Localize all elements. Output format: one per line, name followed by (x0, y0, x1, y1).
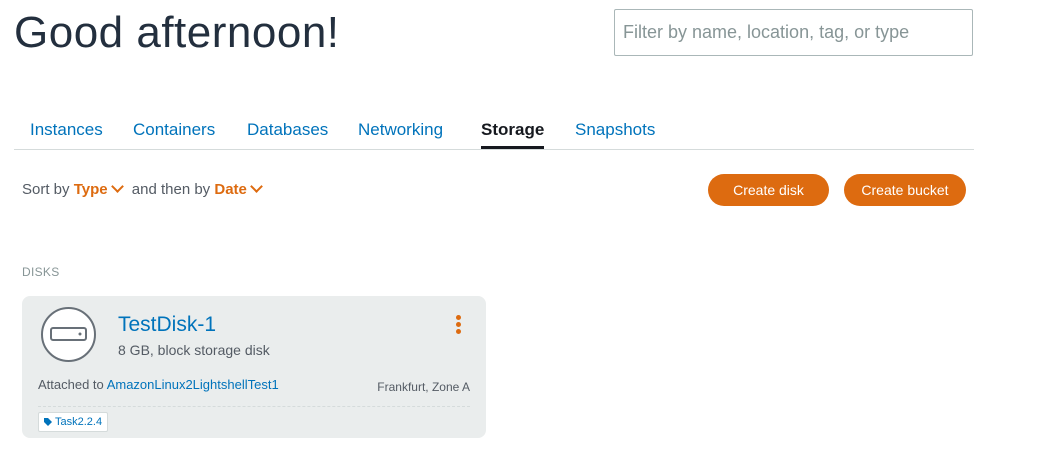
disk-description: 8 GB, block storage disk (118, 342, 270, 358)
disk-location: Frankfurt, Zone A (377, 380, 470, 394)
disk-name-link[interactable]: TestDisk-1 (118, 313, 216, 337)
chevron-down-icon (250, 180, 263, 193)
chevron-down-icon (110, 180, 124, 193)
disk-card: TestDisk-1 8 GB, block storage disk Atta… (22, 296, 486, 438)
sort-secondary-value: Date (214, 181, 247, 198)
sort-prefix: Sort by (22, 181, 70, 198)
disks-section-label: DISKS (22, 265, 60, 279)
sort-secondary-dropdown[interactable]: Date (214, 180, 267, 198)
block-storage-disk-icon (41, 307, 96, 362)
resource-tabs: Instances Containers Databases Networkin… (14, 112, 974, 150)
sort-controls: Sort by Type and then by Date (22, 180, 267, 198)
tab-networking[interactable]: Networking (358, 120, 443, 146)
sort-primary-value: Type (73, 181, 108, 198)
tab-containers[interactable]: Containers (133, 120, 215, 146)
disk-attachment-row: Attached to AmazonLinux2LightshellTest1 … (38, 377, 470, 407)
kebab-menu-icon[interactable] (452, 315, 464, 335)
tag-icon (44, 418, 52, 426)
sort-primary-dropdown[interactable]: Type (73, 180, 128, 198)
tab-storage[interactable]: Storage (481, 120, 545, 149)
create-disk-button[interactable]: Create disk (708, 174, 829, 206)
tag-badge[interactable]: Task2.2.4 (38, 412, 109, 432)
create-bucket-button[interactable]: Create bucket (844, 174, 966, 206)
tab-snapshots[interactable]: Snapshots (575, 120, 655, 146)
page-greeting: Good afternoon! (14, 8, 340, 57)
sort-middle: and then by (131, 181, 211, 198)
tab-databases[interactable]: Databases (247, 120, 328, 146)
filter-input[interactable] (614, 9, 973, 56)
attached-instance-link[interactable]: AmazonLinux2LightshellTest1 (107, 377, 279, 392)
attached-label: Attached to (38, 377, 104, 392)
tab-instances[interactable]: Instances (30, 120, 103, 146)
tag-label: Task2.2.4 (55, 416, 103, 428)
